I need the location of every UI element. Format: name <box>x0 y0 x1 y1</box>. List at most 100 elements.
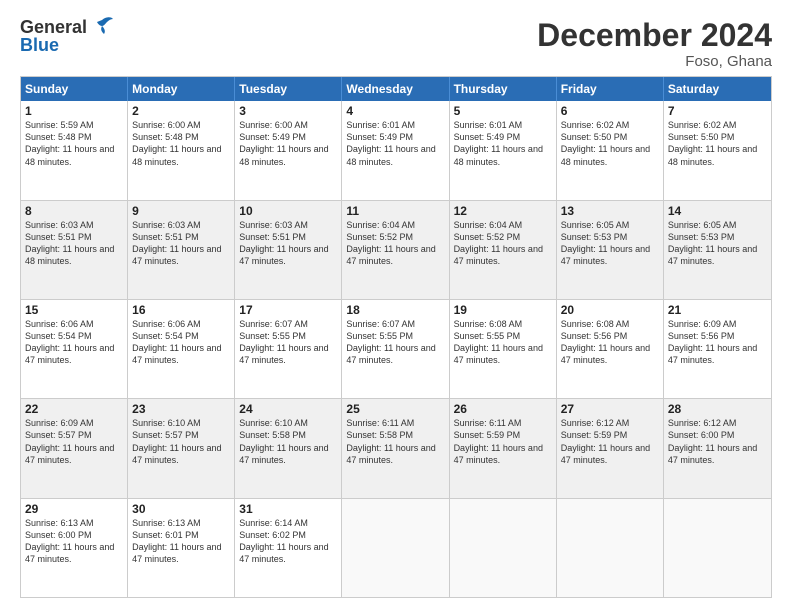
day-number: 1 <box>25 104 123 118</box>
table-row: 8Sunrise: 6:03 AM Sunset: 5:51 PM Daylig… <box>21 201 128 299</box>
page: General Blue December 2024 Foso, Ghana S… <box>0 0 792 612</box>
week-row-2: 8Sunrise: 6:03 AM Sunset: 5:51 PM Daylig… <box>21 200 771 299</box>
table-row <box>450 499 557 597</box>
cell-info: Sunrise: 6:08 AM Sunset: 5:55 PM Dayligh… <box>454 318 552 367</box>
week-row-3: 15Sunrise: 6:06 AM Sunset: 5:54 PM Dayli… <box>21 299 771 398</box>
day-number: 3 <box>239 104 337 118</box>
day-number: 12 <box>454 204 552 218</box>
cell-info: Sunrise: 6:09 AM Sunset: 5:57 PM Dayligh… <box>25 417 123 466</box>
cell-info: Sunrise: 5:59 AM Sunset: 5:48 PM Dayligh… <box>25 119 123 168</box>
table-row: 14Sunrise: 6:05 AM Sunset: 5:53 PM Dayli… <box>664 201 771 299</box>
day-number: 4 <box>346 104 444 118</box>
header-tuesday: Tuesday <box>235 77 342 101</box>
table-row: 9Sunrise: 6:03 AM Sunset: 5:51 PM Daylig… <box>128 201 235 299</box>
cell-info: Sunrise: 6:01 AM Sunset: 5:49 PM Dayligh… <box>454 119 552 168</box>
cell-info: Sunrise: 6:10 AM Sunset: 5:57 PM Dayligh… <box>132 417 230 466</box>
table-row: 12Sunrise: 6:04 AM Sunset: 5:52 PM Dayli… <box>450 201 557 299</box>
logo-bird-icon <box>89 16 115 38</box>
header-sunday: Sunday <box>21 77 128 101</box>
cell-info: Sunrise: 6:12 AM Sunset: 5:59 PM Dayligh… <box>561 417 659 466</box>
day-number: 18 <box>346 303 444 317</box>
cell-info: Sunrise: 6:04 AM Sunset: 5:52 PM Dayligh… <box>346 219 444 268</box>
calendar: Sunday Monday Tuesday Wednesday Thursday… <box>20 76 772 598</box>
table-row: 27Sunrise: 6:12 AM Sunset: 5:59 PM Dayli… <box>557 399 664 497</box>
table-row <box>342 499 449 597</box>
table-row: 25Sunrise: 6:11 AM Sunset: 5:58 PM Dayli… <box>342 399 449 497</box>
day-number: 27 <box>561 402 659 416</box>
table-row: 24Sunrise: 6:10 AM Sunset: 5:58 PM Dayli… <box>235 399 342 497</box>
table-row: 5Sunrise: 6:01 AM Sunset: 5:49 PM Daylig… <box>450 101 557 199</box>
location: Foso, Ghana <box>537 53 772 70</box>
day-number: 30 <box>132 502 230 516</box>
day-number: 19 <box>454 303 552 317</box>
table-row: 4Sunrise: 6:01 AM Sunset: 5:49 PM Daylig… <box>342 101 449 199</box>
table-row: 6Sunrise: 6:02 AM Sunset: 5:50 PM Daylig… <box>557 101 664 199</box>
table-row: 11Sunrise: 6:04 AM Sunset: 5:52 PM Dayli… <box>342 201 449 299</box>
header: General Blue December 2024 Foso, Ghana <box>20 18 772 70</box>
table-row: 19Sunrise: 6:08 AM Sunset: 5:55 PM Dayli… <box>450 300 557 398</box>
table-row: 29Sunrise: 6:13 AM Sunset: 6:00 PM Dayli… <box>21 499 128 597</box>
cell-info: Sunrise: 6:00 AM Sunset: 5:48 PM Dayligh… <box>132 119 230 168</box>
day-number: 7 <box>668 104 767 118</box>
table-row: 21Sunrise: 6:09 AM Sunset: 5:56 PM Dayli… <box>664 300 771 398</box>
header-thursday: Thursday <box>450 77 557 101</box>
week-row-5: 29Sunrise: 6:13 AM Sunset: 6:00 PM Dayli… <box>21 498 771 597</box>
table-row: 28Sunrise: 6:12 AM Sunset: 6:00 PM Dayli… <box>664 399 771 497</box>
table-row: 18Sunrise: 6:07 AM Sunset: 5:55 PM Dayli… <box>342 300 449 398</box>
cell-info: Sunrise: 6:04 AM Sunset: 5:52 PM Dayligh… <box>454 219 552 268</box>
title-block: December 2024 Foso, Ghana <box>537 18 772 70</box>
day-number: 6 <box>561 104 659 118</box>
cell-info: Sunrise: 6:05 AM Sunset: 5:53 PM Dayligh… <box>668 219 767 268</box>
cell-info: Sunrise: 6:12 AM Sunset: 6:00 PM Dayligh… <box>668 417 767 466</box>
calendar-body: 1Sunrise: 5:59 AM Sunset: 5:48 PM Daylig… <box>21 101 771 597</box>
cell-info: Sunrise: 6:13 AM Sunset: 6:01 PM Dayligh… <box>132 517 230 566</box>
header-wednesday: Wednesday <box>342 77 449 101</box>
cell-info: Sunrise: 6:03 AM Sunset: 5:51 PM Dayligh… <box>25 219 123 268</box>
day-number: 22 <box>25 402 123 416</box>
cell-info: Sunrise: 6:05 AM Sunset: 5:53 PM Dayligh… <box>561 219 659 268</box>
day-number: 10 <box>239 204 337 218</box>
month-title: December 2024 <box>537 18 772 53</box>
day-number: 2 <box>132 104 230 118</box>
day-number: 13 <box>561 204 659 218</box>
day-number: 29 <box>25 502 123 516</box>
cell-info: Sunrise: 6:10 AM Sunset: 5:58 PM Dayligh… <box>239 417 337 466</box>
day-number: 16 <box>132 303 230 317</box>
table-row: 10Sunrise: 6:03 AM Sunset: 5:51 PM Dayli… <box>235 201 342 299</box>
table-row <box>557 499 664 597</box>
table-row: 7Sunrise: 6:02 AM Sunset: 5:50 PM Daylig… <box>664 101 771 199</box>
day-number: 15 <box>25 303 123 317</box>
cell-info: Sunrise: 6:00 AM Sunset: 5:49 PM Dayligh… <box>239 119 337 168</box>
table-row <box>664 499 771 597</box>
day-number: 17 <box>239 303 337 317</box>
day-number: 31 <box>239 502 337 516</box>
cell-info: Sunrise: 6:09 AM Sunset: 5:56 PM Dayligh… <box>668 318 767 367</box>
day-number: 28 <box>668 402 767 416</box>
day-number: 9 <box>132 204 230 218</box>
table-row: 17Sunrise: 6:07 AM Sunset: 5:55 PM Dayli… <box>235 300 342 398</box>
cell-info: Sunrise: 6:07 AM Sunset: 5:55 PM Dayligh… <box>346 318 444 367</box>
cell-info: Sunrise: 6:03 AM Sunset: 5:51 PM Dayligh… <box>132 219 230 268</box>
cell-info: Sunrise: 6:11 AM Sunset: 5:58 PM Dayligh… <box>346 417 444 466</box>
cell-info: Sunrise: 6:07 AM Sunset: 5:55 PM Dayligh… <box>239 318 337 367</box>
day-number: 25 <box>346 402 444 416</box>
cell-info: Sunrise: 6:02 AM Sunset: 5:50 PM Dayligh… <box>668 119 767 168</box>
day-number: 11 <box>346 204 444 218</box>
cell-info: Sunrise: 6:08 AM Sunset: 5:56 PM Dayligh… <box>561 318 659 367</box>
calendar-header: Sunday Monday Tuesday Wednesday Thursday… <box>21 77 771 101</box>
day-number: 26 <box>454 402 552 416</box>
cell-info: Sunrise: 6:02 AM Sunset: 5:50 PM Dayligh… <box>561 119 659 168</box>
logo: General Blue <box>20 18 115 56</box>
day-number: 8 <box>25 204 123 218</box>
table-row: 20Sunrise: 6:08 AM Sunset: 5:56 PM Dayli… <box>557 300 664 398</box>
table-row: 2Sunrise: 6:00 AM Sunset: 5:48 PM Daylig… <box>128 101 235 199</box>
header-monday: Monday <box>128 77 235 101</box>
day-number: 24 <box>239 402 337 416</box>
week-row-1: 1Sunrise: 5:59 AM Sunset: 5:48 PM Daylig… <box>21 101 771 199</box>
cell-info: Sunrise: 6:03 AM Sunset: 5:51 PM Dayligh… <box>239 219 337 268</box>
header-friday: Friday <box>557 77 664 101</box>
table-row: 30Sunrise: 6:13 AM Sunset: 6:01 PM Dayli… <box>128 499 235 597</box>
table-row: 23Sunrise: 6:10 AM Sunset: 5:57 PM Dayli… <box>128 399 235 497</box>
cell-info: Sunrise: 6:06 AM Sunset: 5:54 PM Dayligh… <box>25 318 123 367</box>
cell-info: Sunrise: 6:06 AM Sunset: 5:54 PM Dayligh… <box>132 318 230 367</box>
